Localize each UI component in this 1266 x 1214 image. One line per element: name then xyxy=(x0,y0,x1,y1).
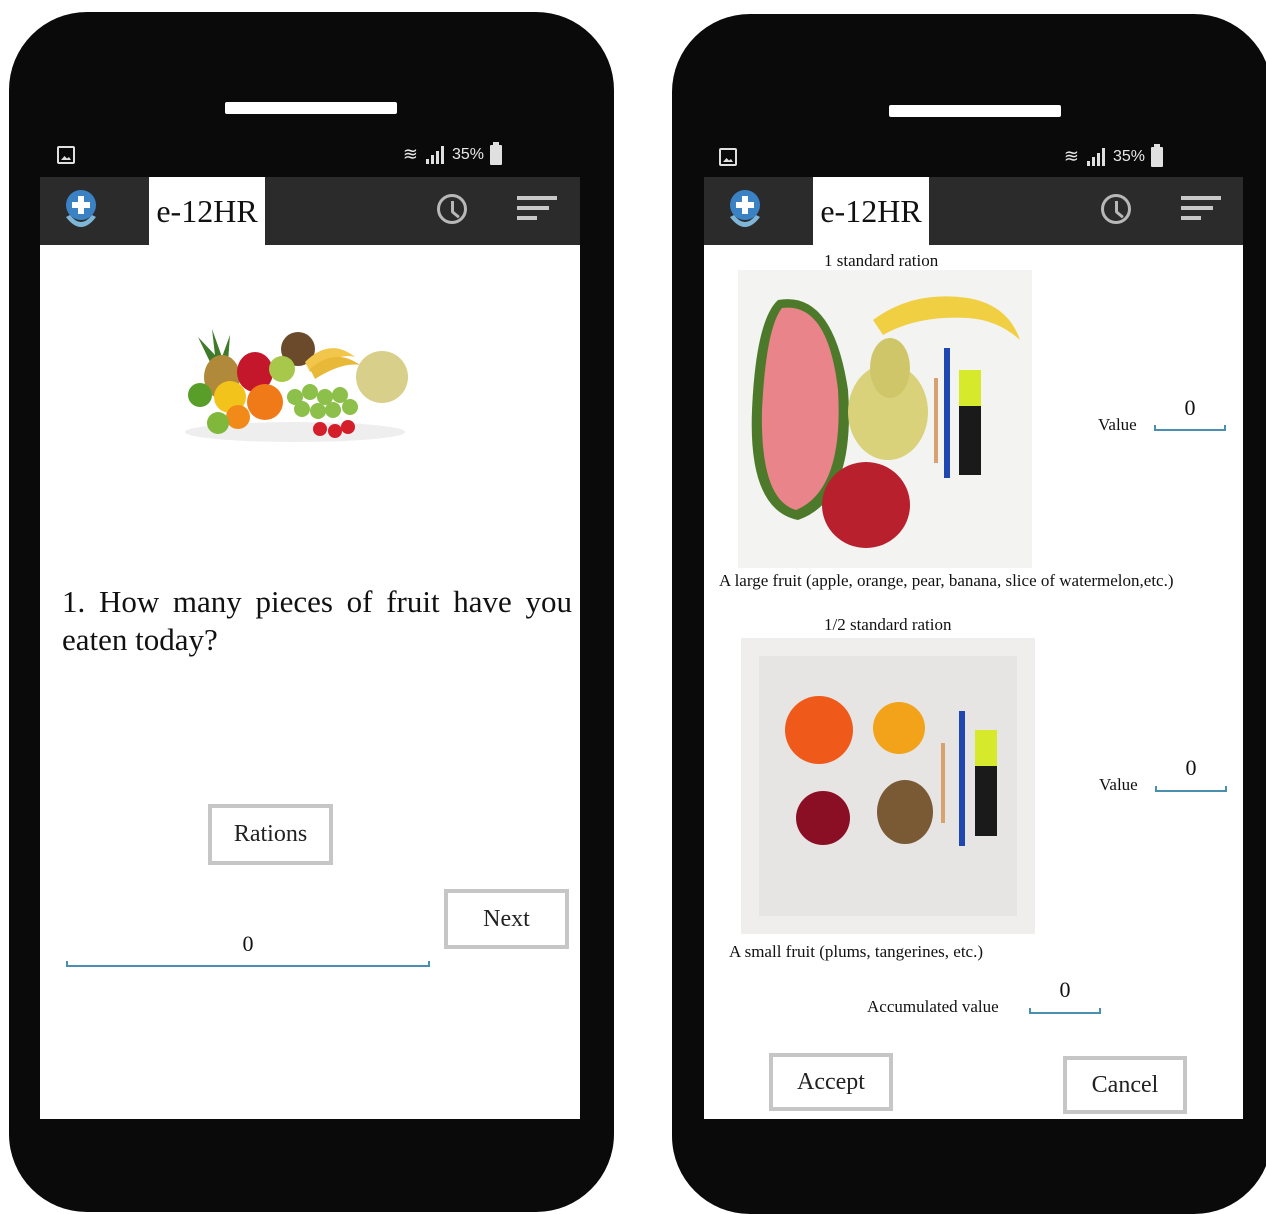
fruit-basket-image xyxy=(185,329,408,442)
wifi-icon: ≋ xyxy=(402,144,418,164)
signal-icon xyxy=(424,145,446,164)
half-ration-heading: 1/2 standard ration xyxy=(824,615,952,634)
sort-menu-icon[interactable] xyxy=(1181,196,1221,222)
accumulated-value-label: Accumulated value xyxy=(867,997,999,1016)
next-button[interactable]: Next xyxy=(444,889,569,949)
battery-icon xyxy=(490,141,502,165)
accumulated-value-underline[interactable] xyxy=(1029,1008,1101,1014)
question-screen: 1. How many pieces of fruit have you eat… xyxy=(40,245,580,1119)
app-bar: e-12HR xyxy=(40,177,580,245)
app-bar: e-12HR xyxy=(704,177,1243,245)
large-fruit-photo xyxy=(738,270,1032,568)
battery-icon xyxy=(1151,143,1163,167)
image-notification-icon xyxy=(57,146,75,164)
small-fruit-photo xyxy=(741,638,1035,934)
wifi-icon: ≋ xyxy=(1063,146,1079,166)
speaker-grille xyxy=(225,102,397,114)
clock-icon[interactable] xyxy=(1101,194,1131,224)
battery-percent: 35% xyxy=(1112,147,1145,165)
question-text: 1. How many pieces of fruit have you eat… xyxy=(62,584,572,657)
half-value[interactable]: 0 xyxy=(1155,755,1227,781)
standard-ration-heading: 1 standard ration xyxy=(824,251,939,270)
signal-icon xyxy=(1085,147,1107,166)
image-notification-icon xyxy=(719,148,737,166)
answer-input-underline[interactable] xyxy=(66,961,430,967)
app-title-tab[interactable]: e-12HR xyxy=(813,177,929,245)
standard-value[interactable]: 0 xyxy=(1154,395,1226,421)
status-bar: ≋ 35% xyxy=(719,143,1163,170)
answer-value[interactable]: 0 xyxy=(66,931,430,957)
half-value-underline[interactable] xyxy=(1155,786,1227,792)
medical-cross-logo-icon[interactable] xyxy=(58,187,104,235)
standard-ration-description: A large fruit (apple, orange, pear, bana… xyxy=(719,571,1174,590)
half-ration-description: A small fruit (plums, tangerines, etc.) xyxy=(729,942,983,961)
cancel-button[interactable]: Cancel xyxy=(1063,1056,1187,1114)
phone-frame-right: ≋ 35% e-12HR 1 standard ration A large f… xyxy=(672,14,1266,1214)
standard-value-label: Value xyxy=(1098,415,1137,434)
accumulated-value[interactable]: 0 xyxy=(1029,977,1101,1003)
sort-menu-icon[interactable] xyxy=(517,196,557,222)
accept-button[interactable]: Accept xyxy=(769,1053,893,1111)
rations-screen: 1 standard ration A large fruit (apple, … xyxy=(704,245,1243,1119)
standard-value-underline[interactable] xyxy=(1154,425,1226,431)
app-title-tab[interactable]: e-12HR xyxy=(149,177,265,245)
phone-frame-left: ≋ 35% e-12HR 1. How many pieces of fruit… xyxy=(9,12,614,1212)
medical-cross-logo-icon[interactable] xyxy=(722,187,768,235)
speaker-grille xyxy=(889,105,1061,117)
status-bar: ≋ 35% xyxy=(57,141,502,168)
battery-percent: 35% xyxy=(451,145,484,163)
clock-icon[interactable] xyxy=(437,194,467,224)
half-value-label: Value xyxy=(1099,775,1138,794)
rations-button[interactable]: Rations xyxy=(208,804,333,865)
